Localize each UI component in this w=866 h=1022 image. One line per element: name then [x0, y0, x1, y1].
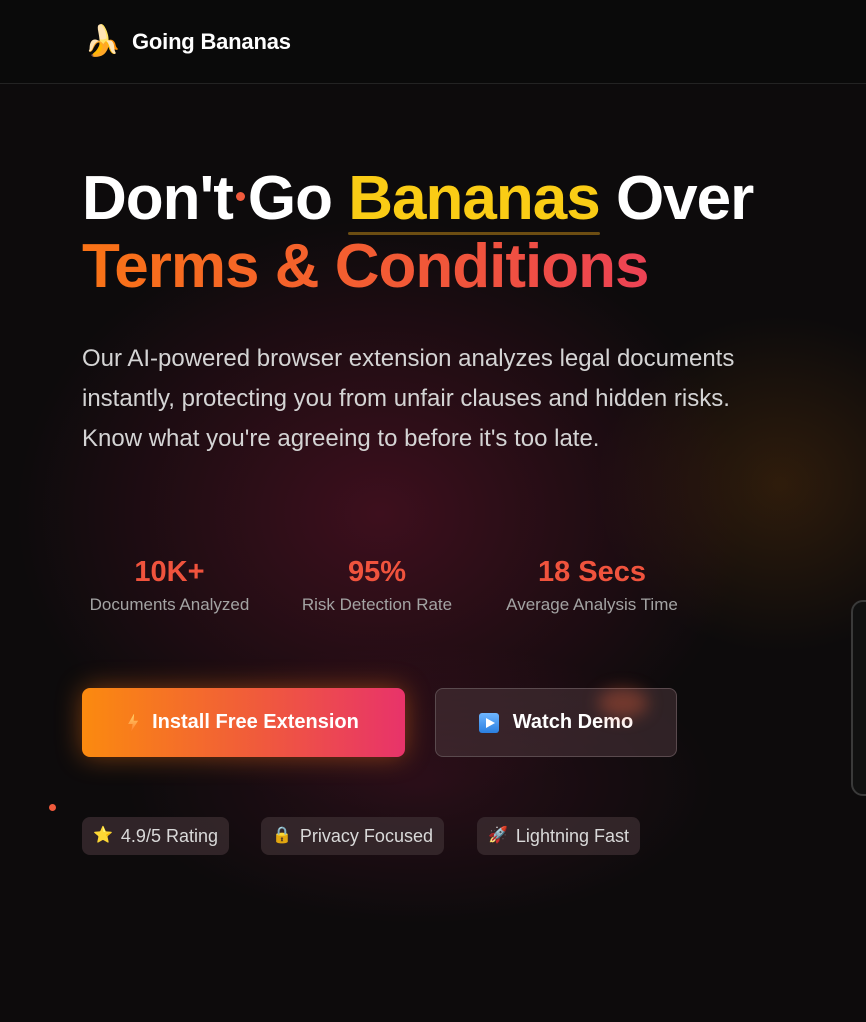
badge-label: 4.9/5 Rating: [120, 825, 218, 846]
banana-icon[interactable]: 🍌: [84, 26, 121, 57]
stat-label: Documents Analyzed: [89, 595, 250, 614]
badge-label: Lightning Fast: [515, 825, 629, 846]
stat-value: 10K+: [134, 556, 205, 588]
stat-average-analysis-time: 18 Secs Average Analysis Time: [498, 555, 686, 615]
hero-title: Don't Go Bananas Over Terms & Conditions: [82, 165, 802, 301]
lightning-icon: [128, 713, 139, 732]
navbar: 🍌 Going Bananas: [0, 0, 866, 84]
badge-label: Privacy Focused: [299, 825, 433, 846]
hero-title-line-2: Terms & Conditions: [82, 233, 802, 301]
stat-documents-analyzed: 10K+ Documents Analyzed: [82, 555, 257, 615]
extension-preview-card-edge: [851, 600, 866, 796]
title-word-go: Go: [247, 164, 333, 233]
title-word-dont: Don't: [82, 164, 234, 233]
badge-rating: ⭐ 4.9/5 Rating: [82, 817, 229, 855]
decorative-glow: [598, 688, 648, 718]
install-button-label: Install Free Extension: [152, 711, 359, 733]
stat-value: 18 Secs: [537, 556, 647, 588]
stats-row: 10K+ Documents Analyzed 95% Risk Detecti…: [82, 555, 686, 615]
hero-section: Don't Go Bananas Over Terms & Conditions …: [82, 165, 802, 459]
stat-label: Risk Detection Rate: [301, 595, 453, 614]
stat-value: 95%: [347, 556, 407, 588]
play-icon: [478, 712, 499, 733]
stat-risk-detection-rate: 95% Risk Detection Rate: [297, 555, 457, 615]
badge-privacy: 🔒 Privacy Focused: [261, 817, 444, 855]
accent-dot: [235, 192, 245, 202]
decorative-dot: [49, 804, 56, 811]
title-highlight-bananas: Bananas: [348, 164, 601, 235]
hero-subtitle: Our AI-powered browser extension analyze…: [82, 345, 735, 452]
hero-title-line-1: Don't Go Bananas Over: [82, 164, 802, 235]
brand-name[interactable]: Going Bananas: [132, 29, 291, 55]
badge-speed: 🚀 Lightning Fast: [477, 817, 640, 855]
star-icon: ⭐: [93, 827, 113, 844]
lock-icon: 🔒: [272, 827, 292, 844]
rocket-icon: 🚀: [488, 827, 508, 844]
title-word-over: Over: [615, 164, 754, 233]
install-extension-button[interactable]: Install Free Extension: [82, 688, 405, 757]
stat-label: Average Analysis Time: [506, 595, 678, 614]
